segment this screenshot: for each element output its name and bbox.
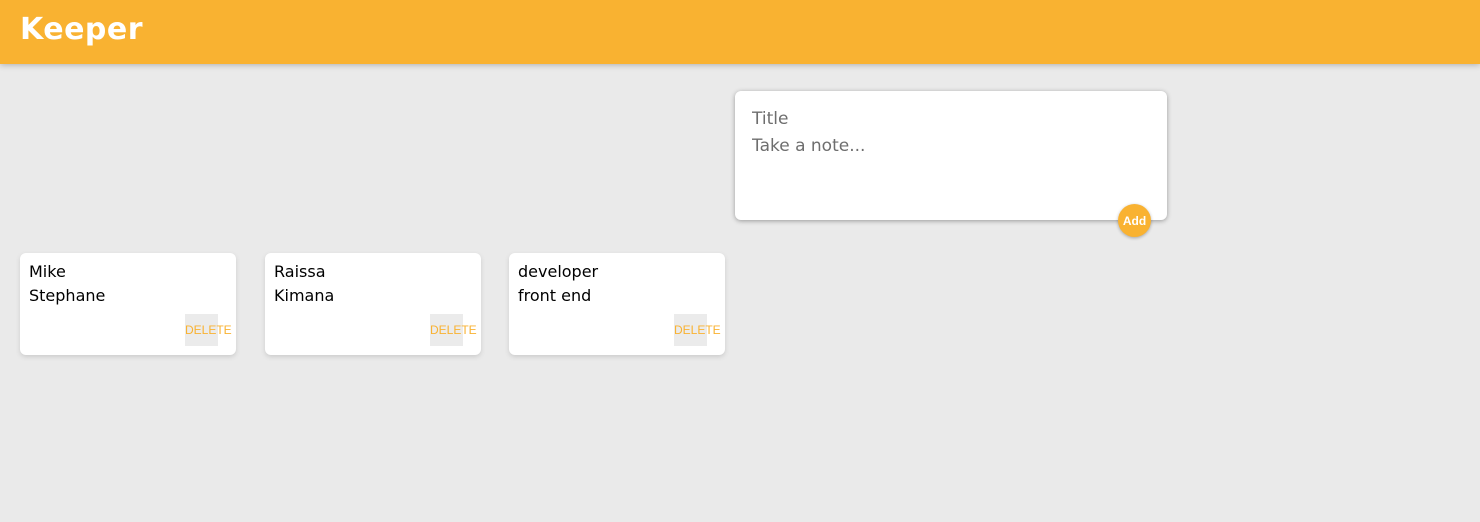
note-title: developer (518, 262, 599, 281)
add-note-button[interactable]: Add (1118, 204, 1151, 237)
note-card: Mike Stephane DELETE (20, 253, 236, 355)
note-content: front end (518, 286, 592, 305)
delete-note-button[interactable]: DELETE (674, 314, 721, 346)
note-content: Kimana (274, 286, 335, 305)
note-card: developer front end DELETE (509, 253, 725, 355)
note-title: Mike (29, 262, 66, 281)
app-header: Keeper (0, 0, 1480, 64)
delete-note-button[interactable]: DELETE (185, 314, 232, 346)
note-card: Raissa Kimana DELETE (265, 253, 481, 355)
note-content: Stephane (29, 286, 106, 305)
create-note-form: Add (735, 91, 1167, 237)
delete-note-button[interactable]: DELETE (430, 314, 477, 346)
note-title-input[interactable] (752, 108, 1150, 130)
note-title: Raissa (274, 262, 326, 281)
app-title: Keeper (20, 12, 144, 47)
note-content-input[interactable] (752, 136, 1150, 196)
